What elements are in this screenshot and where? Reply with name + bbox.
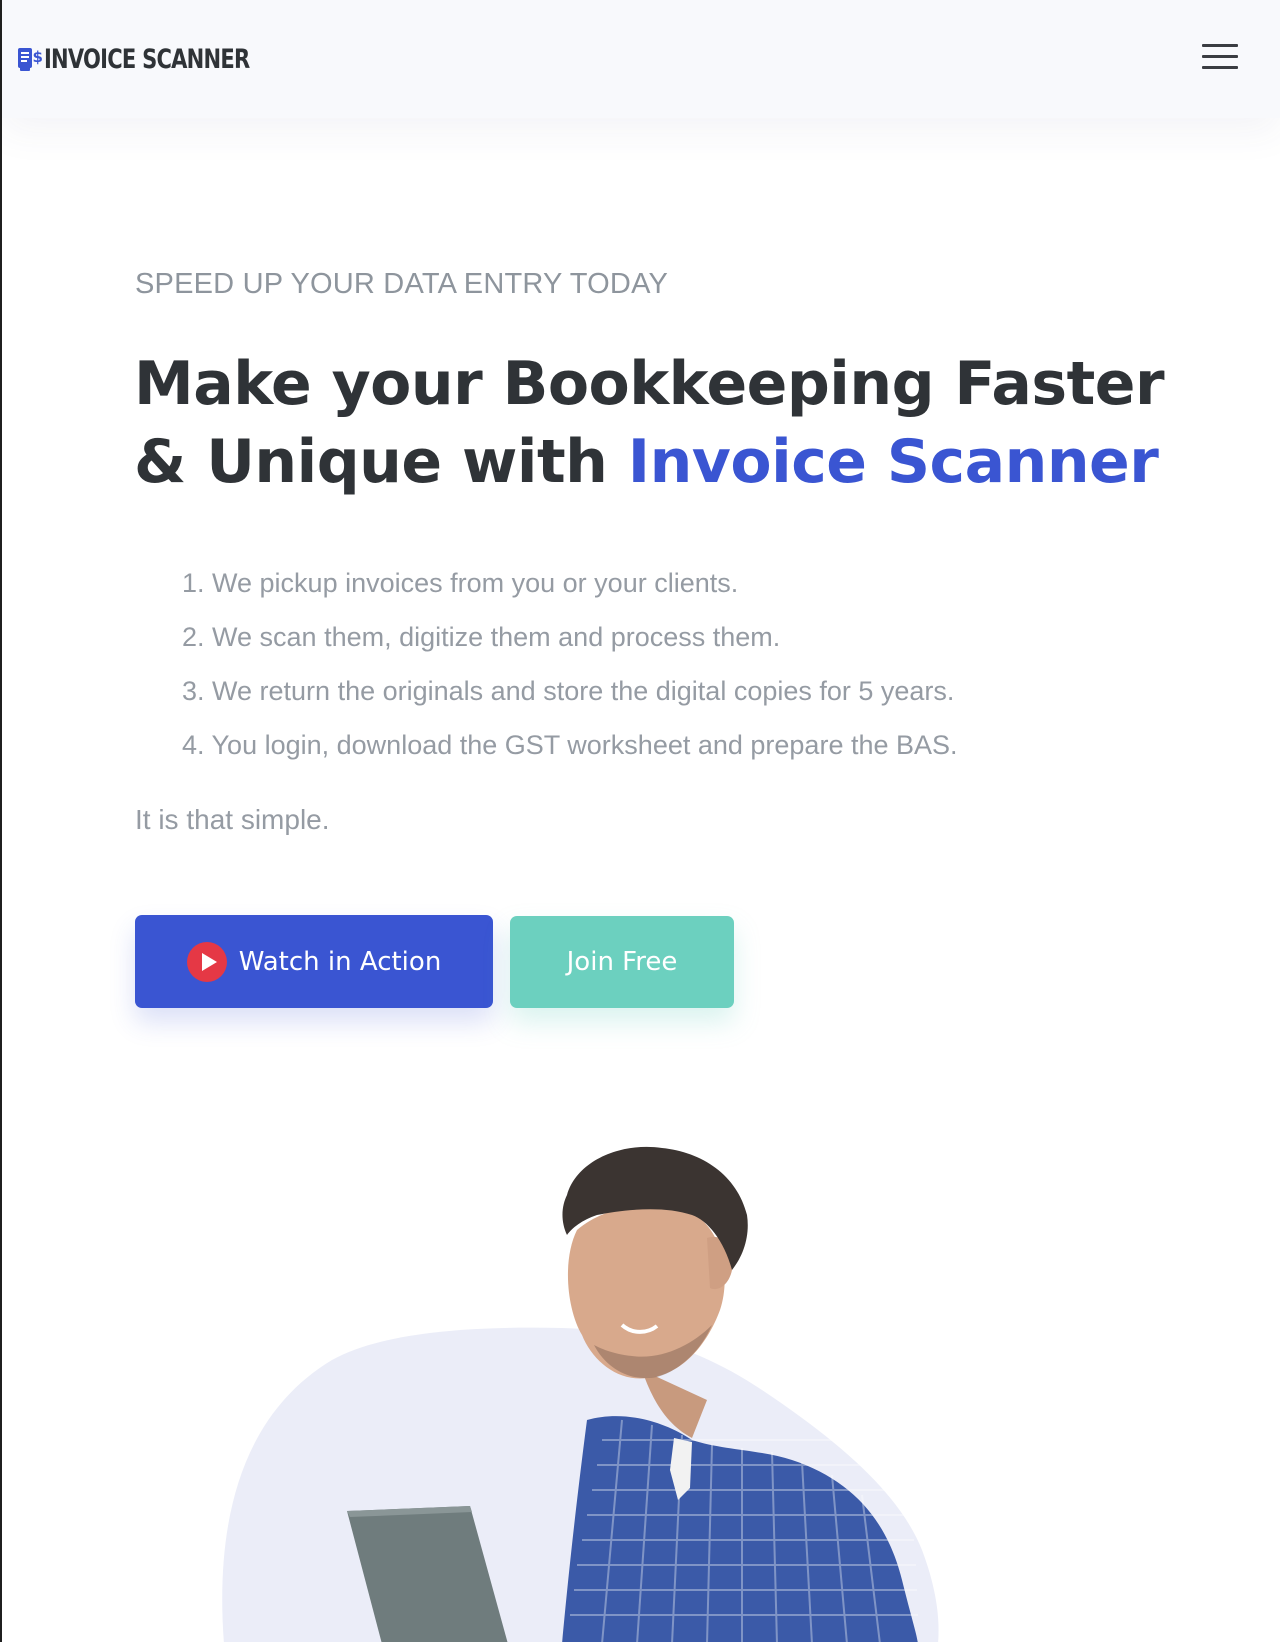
invoice-dollar-icon: $ <box>18 48 43 71</box>
play-icon <box>186 941 227 982</box>
hero-illustration <box>222 1146 939 1642</box>
join-button-label: Join Free <box>566 947 678 977</box>
hero-title: Make your Bookkeeping Faster & Unique wi… <box>134 345 1194 501</box>
step-item: 3. We return the originals and store the… <box>182 676 955 706</box>
logo-text: INVOICE SCANNER <box>44 43 250 75</box>
watch-button-label: Watch in Action <box>238 946 442 977</box>
steps-list: 1. We pickup invoices from you or your c… <box>182 556 958 772</box>
watch-in-action-button[interactable]: Watch in Action <box>135 915 493 1008</box>
page: $ INVOICE SCANNER SPEED UP YOUR DATA ENT… <box>0 0 1280 1642</box>
hero-title-accent: Invoice Scanner <box>627 427 1159 497</box>
hamburger-menu-icon[interactable] <box>1202 44 1238 72</box>
hero-eyebrow: SPEED UP YOUR DATA ENTRY TODAY <box>135 268 668 300</box>
logo[interactable]: $ INVOICE SCANNER <box>18 43 307 75</box>
hero-tagline: It is that simple. <box>135 804 330 835</box>
site-header: $ INVOICE SCANNER <box>2 0 1280 118</box>
step-item: 2. We scan them, digitize them and proce… <box>182 622 781 652</box>
svg-text:$: $ <box>33 48 43 66</box>
step-item: 1. We pickup invoices from you or your c… <box>182 568 739 598</box>
join-free-button[interactable]: Join Free <box>510 916 734 1008</box>
step-item: 4. You login, download the GST worksheet… <box>182 730 958 760</box>
